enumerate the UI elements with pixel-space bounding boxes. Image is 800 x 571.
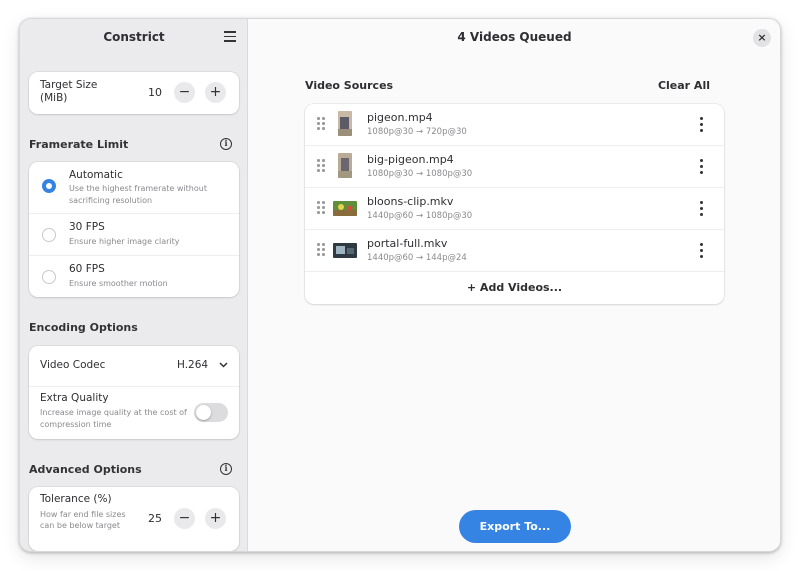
target-size-card: Target Size (MiB) 10 − + xyxy=(29,72,239,114)
drag-handle-icon[interactable] xyxy=(317,201,325,215)
more-options-icon[interactable] xyxy=(698,117,704,133)
tolerance-subtitle: How far end file sizes can be below targ… xyxy=(40,510,126,530)
main-content: 4 Videos Queued × Video Sources Clear Al… xyxy=(249,19,780,551)
framerate-heading: Framerate Limit xyxy=(29,138,129,151)
video-thumbnail xyxy=(333,243,357,258)
video-resolution: 1440p@60 → 1080p@30 xyxy=(367,211,473,221)
video-codec-value[interactable]: H.264 xyxy=(177,359,208,371)
video-thumbnail xyxy=(338,153,352,178)
video-row[interactable]: big-pigeon.mp4 1080p@30 → 1080p@30 xyxy=(305,146,724,188)
option-subtitle: Ensure smoother motion xyxy=(69,279,168,288)
more-options-icon[interactable] xyxy=(698,243,704,259)
sidebar: Constrict Target Size (MiB) 10 − + Frame… xyxy=(20,19,248,551)
video-name: pigeon.mp4 xyxy=(367,111,433,124)
video-thumbnail xyxy=(338,111,352,136)
menu-icon[interactable] xyxy=(224,31,236,42)
target-size-decrease-button[interactable]: − xyxy=(174,82,195,103)
option-title: 60 FPS xyxy=(69,263,105,275)
video-row[interactable]: bloons-clip.mkv 1440p@60 → 1080p@30 xyxy=(305,188,724,230)
option-subtitle: Ensure higher image clarity xyxy=(69,237,180,246)
extra-quality-subtitle: Increase image quality at the cost of co… xyxy=(40,408,187,429)
video-resolution: 1080p@30 → 720p@30 xyxy=(367,127,467,137)
radio-automatic[interactable] xyxy=(42,179,56,193)
option-subtitle: Use the highest framerate without sacrif… xyxy=(69,184,207,205)
framerate-option-automatic[interactable]: Automatic Use the highest framerate with… xyxy=(29,162,239,214)
video-resolution: 1080p@30 → 1080p@30 xyxy=(367,169,473,179)
radio-60fps[interactable] xyxy=(42,270,56,284)
framerate-option-30fps[interactable]: 30 FPS Ensure higher image clarity xyxy=(29,214,239,256)
video-sources-heading: Video Sources xyxy=(305,79,394,92)
tolerance-decrease-button[interactable]: − xyxy=(174,508,195,529)
framerate-card: Automatic Use the highest framerate with… xyxy=(29,162,239,297)
video-resolution: 1440p@60 → 144p@24 xyxy=(367,253,467,263)
option-title: 30 FPS xyxy=(69,221,105,233)
queue-title: 4 Videos Queued xyxy=(457,30,572,44)
video-name: big-pigeon.mp4 xyxy=(367,153,454,166)
radio-30fps[interactable] xyxy=(42,228,56,242)
framerate-info-icon[interactable]: i xyxy=(220,138,232,150)
encoding-heading: Encoding Options xyxy=(29,321,138,334)
clear-all-button[interactable]: Clear All xyxy=(658,79,710,92)
chevron-down-icon[interactable] xyxy=(219,362,228,368)
more-options-icon[interactable] xyxy=(698,159,704,175)
app-window: Constrict Target Size (MiB) 10 − + Frame… xyxy=(19,18,781,552)
video-row[interactable]: portal-full.mkv 1440p@60 → 144p@24 xyxy=(305,230,724,272)
drag-handle-icon[interactable] xyxy=(317,117,325,131)
target-size-increase-button[interactable]: + xyxy=(205,82,226,103)
video-name: portal-full.mkv xyxy=(367,237,448,250)
tolerance-increase-button[interactable]: + xyxy=(205,508,226,529)
tolerance-card: Tolerance (%) How far end file sizes can… xyxy=(29,487,239,551)
option-title: Automatic xyxy=(69,169,123,181)
advanced-heading: Advanced Options xyxy=(29,463,142,476)
app-title: Constrict xyxy=(103,30,165,44)
video-thumbnail xyxy=(333,201,357,216)
drag-handle-icon[interactable] xyxy=(317,159,325,173)
extra-quality-label: Extra Quality xyxy=(40,392,109,404)
target-size-value: 10 xyxy=(148,86,162,99)
advanced-info-icon[interactable]: i xyxy=(220,463,232,475)
extra-quality-row: Extra Quality Increase image quality at … xyxy=(29,387,239,439)
video-codec-label: Video Codec xyxy=(40,359,106,371)
video-codec-row[interactable]: Video Codec H.264 xyxy=(29,346,239,387)
add-videos-button[interactable]: + Add Videos... xyxy=(305,272,724,304)
framerate-option-60fps[interactable]: 60 FPS Ensure smoother motion xyxy=(29,256,239,297)
encoding-card: Video Codec H.264 Extra Quality Increase… xyxy=(29,346,239,439)
tolerance-label: Tolerance (%) xyxy=(40,493,112,505)
drag-handle-icon[interactable] xyxy=(317,243,325,257)
close-icon[interactable]: × xyxy=(753,29,771,47)
video-row[interactable]: pigeon.mp4 1080p@30 → 720p@30 xyxy=(305,104,724,146)
video-list: pigeon.mp4 1080p@30 → 720p@30 big-pigeon… xyxy=(305,104,724,304)
target-size-label: Target Size (MiB) xyxy=(40,79,98,104)
more-options-icon[interactable] xyxy=(698,201,704,217)
tolerance-value: 25 xyxy=(148,512,162,525)
export-button[interactable]: Export To... xyxy=(459,510,571,543)
video-name: bloons-clip.mkv xyxy=(367,195,454,208)
extra-quality-toggle[interactable] xyxy=(194,403,228,422)
